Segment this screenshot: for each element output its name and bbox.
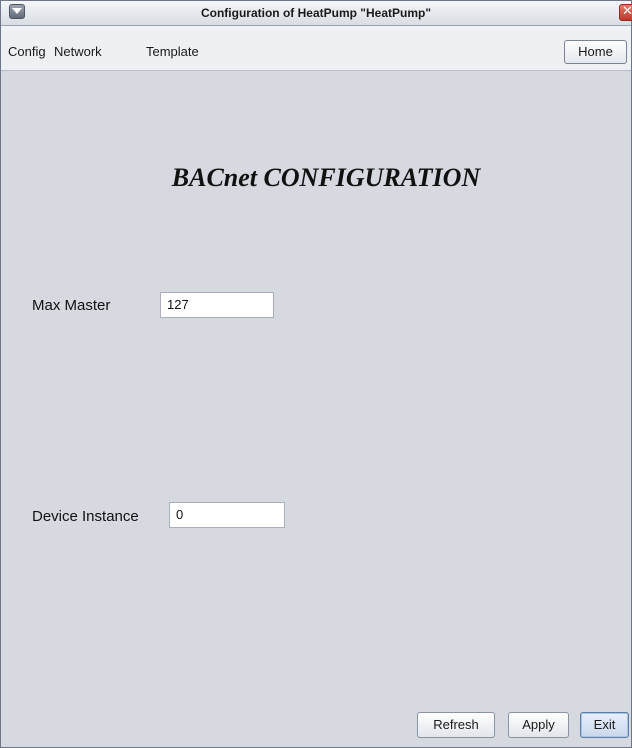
main-panel: BACnet CONFIGURATION Max Master 127 Devi… (1, 71, 631, 747)
config-window: Configuration of HeatPump "HeatPump" ✕ C… (0, 0, 632, 748)
device-instance-input[interactable]: 0 (169, 502, 285, 528)
close-icon: ✕ (622, 4, 632, 19)
page-title: BACnet CONFIGURATION (171, 163, 481, 192)
close-button[interactable]: ✕ (619, 4, 632, 21)
max-master-input[interactable]: 127 (160, 292, 274, 318)
menu-config[interactable]: Config (8, 44, 46, 59)
refresh-button[interactable]: Refresh (417, 712, 495, 738)
home-button[interactable]: Home (564, 40, 627, 64)
menu-template[interactable]: Template (146, 44, 199, 59)
menu-bar: Config Network Template Home (1, 26, 631, 71)
menu-network[interactable]: Network (54, 44, 102, 59)
window-title: Configuration of HeatPump "HeatPump" (200, 6, 432, 20)
exit-button[interactable]: Exit (580, 712, 629, 738)
max-master-label: Max Master (32, 297, 111, 314)
title-bar[interactable]: Configuration of HeatPump "HeatPump" ✕ (1, 1, 632, 26)
apply-button[interactable]: Apply (508, 712, 569, 738)
device-instance-label: Device Instance (32, 508, 139, 525)
